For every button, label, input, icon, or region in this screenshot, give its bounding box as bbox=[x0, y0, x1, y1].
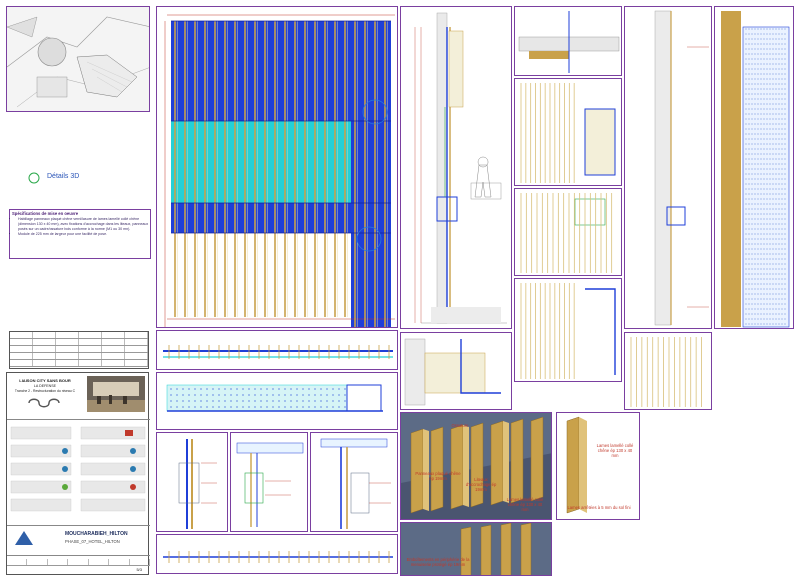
sheet-code: PHASE_07_HOTEL_HILTON bbox=[65, 539, 120, 544]
section-detail-2 bbox=[514, 6, 622, 76]
section-drawing bbox=[320, 438, 391, 529]
wood-battens-drawing bbox=[630, 337, 702, 407]
wood-section-2 bbox=[514, 188, 622, 276]
drawing-sheet: Détails 3D Spécifications de mise en oeu… bbox=[0, 0, 797, 579]
plan-section-2 bbox=[156, 372, 398, 430]
title-block: LIAISON CITY SANS BOUR LA DEFENSE Tranch… bbox=[6, 372, 150, 575]
section-drawing bbox=[178, 439, 217, 529]
sheet-name: MOUCHARABIEH_HILTON bbox=[65, 531, 128, 537]
bottom-callout: Emboîtements en périphérie de la menuise… bbox=[406, 557, 470, 567]
section-detail-a bbox=[156, 432, 228, 532]
plan-section-3 bbox=[156, 534, 398, 574]
vertical-section-1 bbox=[400, 6, 512, 329]
specifications-box: Spécifications de mise en oeuvre Habilla… bbox=[9, 209, 151, 259]
render-3d-panel: Panneaux plaqué chêne ép 19mm Liteaux d'… bbox=[400, 412, 552, 520]
section-detail-c bbox=[310, 432, 398, 532]
board-3d-drawing bbox=[566, 416, 587, 514]
elevation-panel bbox=[156, 6, 398, 328]
callout-liteaux: Liteaux d'accrochage ép 19mm bbox=[465, 477, 497, 492]
callout-lames: Lames lamellé collé chêne ép 130 x 40 mm bbox=[506, 497, 544, 512]
board-3d-panel: Lames lamellé collé chêne ép 130 x 40 mm… bbox=[556, 412, 640, 520]
project-line1: LIAISON CITY SANS BOUR bbox=[19, 378, 71, 383]
plan-section-drawing bbox=[166, 384, 383, 412]
project-line3: Tranche 2 - Restructuration du niveau C bbox=[14, 389, 76, 393]
section-drawing bbox=[518, 11, 620, 73]
project-render-image bbox=[87, 376, 145, 412]
specs-title: Spécifications de mise en oeuvre bbox=[12, 211, 79, 216]
green-circle-icon bbox=[28, 172, 40, 184]
callout-plaque: Panneaux plaqué chêne ép 19mm bbox=[415, 471, 461, 481]
spec-item: Module de 225 mm de largeur pour une fac… bbox=[18, 232, 150, 237]
vertical-section-2 bbox=[624, 6, 712, 329]
section-detail-b bbox=[230, 432, 308, 532]
wood-battens-drawing bbox=[520, 283, 616, 379]
section-drawing bbox=[404, 338, 501, 406]
revision-table bbox=[9, 331, 149, 369]
section-drawing bbox=[236, 442, 304, 527]
wood-battens-drawing bbox=[520, 83, 616, 183]
wood-section-3 bbox=[514, 278, 622, 382]
detail-3d-link[interactable]: Détails 3D bbox=[28, 171, 79, 189]
spec-item: Habillage panneaux plaqué chêne verni/la… bbox=[18, 217, 150, 232]
wood-section-4 bbox=[624, 332, 712, 410]
wood-battens-drawing bbox=[520, 193, 613, 273]
plan-section-1 bbox=[156, 330, 398, 370]
plan-section-drawing bbox=[163, 345, 393, 359]
board-foot-label: Lames arrêtées à 5 mm du sol fini bbox=[567, 505, 631, 510]
sheet-number: 5/3 bbox=[136, 567, 142, 572]
callout-ossature: Ossature bbox=[451, 423, 469, 428]
project-line2: LA DEFENSE bbox=[33, 384, 57, 388]
section-drawing bbox=[654, 10, 709, 326]
partner-logos bbox=[10, 426, 146, 512]
site-plan-panel bbox=[6, 6, 150, 112]
render-3d-drawing bbox=[401, 523, 551, 575]
detail-3d-label: Détails 3D bbox=[47, 173, 80, 180]
company-logo bbox=[15, 531, 33, 545]
project-logo bbox=[28, 398, 60, 408]
section-detail-3 bbox=[400, 332, 512, 410]
facade-elevation-strip bbox=[714, 6, 794, 329]
site-plan-drawing bbox=[7, 7, 149, 111]
wood-section-1 bbox=[514, 78, 622, 186]
render-3d-panel-2: Emboîtements en périphérie de la menuise… bbox=[400, 522, 552, 576]
plan-section-drawing bbox=[163, 551, 393, 563]
section-drawing bbox=[414, 12, 507, 324]
board-label: Lames lamellé collé chêne ép 130 x 40 mm bbox=[596, 443, 634, 458]
section-drawing bbox=[721, 11, 790, 328]
elevation-drawing bbox=[164, 14, 395, 327]
